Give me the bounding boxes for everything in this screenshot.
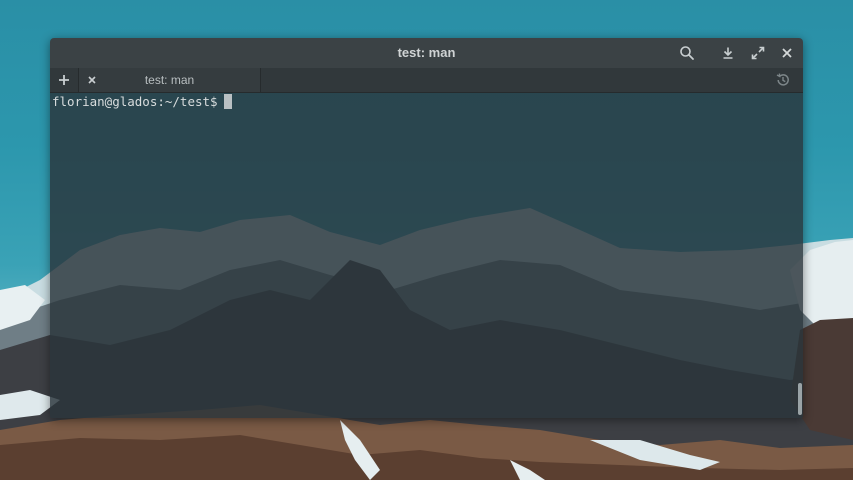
maximize-button[interactable] bbox=[748, 43, 768, 63]
tab-test-man[interactable]: test: man bbox=[78, 68, 261, 92]
close-button[interactable] bbox=[777, 43, 797, 63]
history-icon bbox=[776, 73, 789, 86]
text-cursor bbox=[223, 94, 232, 109]
close-icon bbox=[88, 76, 96, 84]
tab-close-button[interactable] bbox=[83, 71, 101, 89]
close-icon bbox=[782, 48, 792, 58]
terminal-window: test: man test: man florian@glados:~/tes… bbox=[50, 38, 803, 418]
search-button[interactable] bbox=[677, 43, 697, 63]
tab-label: test: man bbox=[144, 73, 195, 87]
download-button[interactable] bbox=[718, 43, 738, 63]
download-icon bbox=[723, 47, 733, 59]
maximize-icon bbox=[751, 46, 765, 60]
title-bar[interactable]: test: man bbox=[50, 38, 803, 68]
search-icon bbox=[680, 46, 694, 60]
shell-prompt: florian@glados:~/test$ bbox=[52, 94, 218, 109]
terminal-area[interactable]: florian@glados:~/test$ bbox=[50, 93, 803, 418]
prompt-line: florian@glados:~/test$ bbox=[52, 94, 232, 110]
tab-bar: test: man bbox=[50, 68, 803, 93]
plus-icon bbox=[59, 75, 69, 85]
scrollbar[interactable] bbox=[798, 383, 802, 415]
history-button[interactable] bbox=[773, 70, 793, 90]
new-tab-button[interactable] bbox=[52, 68, 76, 92]
